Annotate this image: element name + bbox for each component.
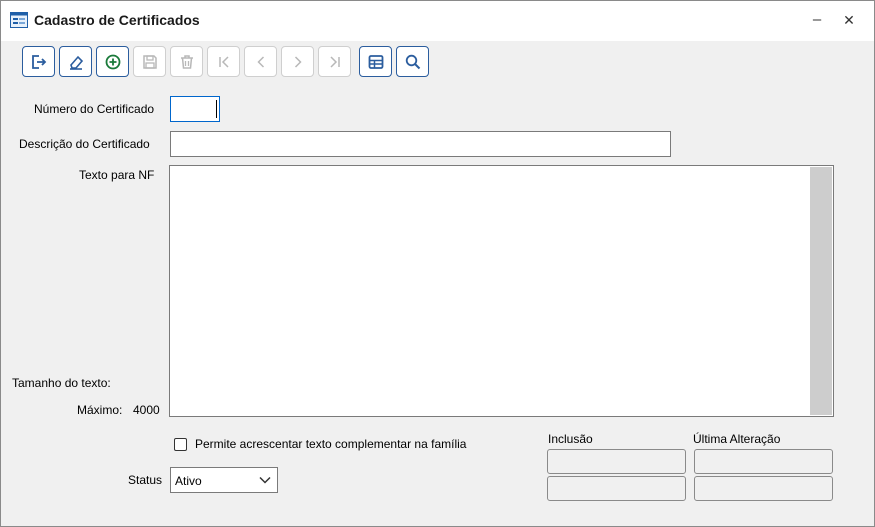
- eraser-icon: [69, 55, 83, 70]
- grid-view-button[interactable]: [359, 46, 392, 77]
- minimize-button[interactable]: –: [807, 10, 827, 30]
- first-record-button[interactable]: [207, 46, 240, 77]
- add-button[interactable]: [96, 46, 129, 77]
- alteracao-label: Última Alteração: [693, 432, 781, 446]
- vertical-scrollbar[interactable]: [810, 167, 832, 415]
- status-label: Status: [128, 473, 163, 487]
- last-record-button[interactable]: [318, 46, 351, 77]
- complemento-checkbox[interactable]: [174, 438, 187, 451]
- alteracao-user-box: [694, 449, 833, 474]
- delete-button[interactable]: [170, 46, 203, 77]
- numero-label: Número do Certificado: [34, 102, 155, 116]
- form-window-icon: [10, 12, 28, 28]
- chevron-left-icon: [256, 55, 264, 68]
- status-value: Ativo: [175, 474, 202, 488]
- save-button[interactable]: [133, 46, 166, 77]
- search-button[interactable]: [396, 46, 429, 77]
- close-button[interactable]: ✕: [839, 10, 859, 30]
- next-record-button[interactable]: [281, 46, 314, 77]
- search-icon: [405, 54, 420, 69]
- certificate-registration-window: Cadastro de Certificados – ✕ Número do C…: [0, 0, 875, 527]
- title-bar: Cadastro de Certificados – ✕: [1, 1, 874, 41]
- texto-label: Texto para NF: [79, 168, 155, 182]
- tamanho-label: Tamanho do texto:: [12, 376, 111, 390]
- text-caret: [216, 100, 217, 118]
- trash-icon: [180, 54, 193, 69]
- chevron-right-icon: [294, 55, 302, 68]
- status-select[interactable]: Ativo: [170, 467, 278, 493]
- complemento-checkbox-label[interactable]: Permite acrescentar texto complementar n…: [195, 437, 466, 451]
- window-title: Cadastro de Certificados: [34, 12, 200, 28]
- plus-circle-icon: [105, 54, 120, 69]
- numero-input[interactable]: [170, 96, 220, 122]
- texto-textarea[interactable]: [169, 165, 834, 417]
- floppy-icon: [142, 54, 157, 69]
- exit-button[interactable]: [22, 46, 55, 77]
- inclusao-user-box: [547, 449, 686, 474]
- descricao-label: Descrição do Certificado: [19, 137, 150, 151]
- inclusao-label: Inclusão: [548, 432, 593, 446]
- last-icon: [329, 55, 340, 68]
- previous-record-button[interactable]: [244, 46, 277, 77]
- clear-button[interactable]: [59, 46, 92, 77]
- exit-icon: [31, 54, 46, 69]
- inclusao-date-box: [547, 476, 686, 501]
- table-icon: [368, 54, 383, 69]
- maximo-label: Máximo:: [77, 403, 123, 417]
- alteracao-date-box: [694, 476, 833, 501]
- descricao-input[interactable]: [170, 131, 671, 157]
- first-icon: [218, 55, 229, 68]
- maximo-value: 4000: [133, 403, 160, 417]
- chevron-down-icon: [259, 476, 271, 484]
